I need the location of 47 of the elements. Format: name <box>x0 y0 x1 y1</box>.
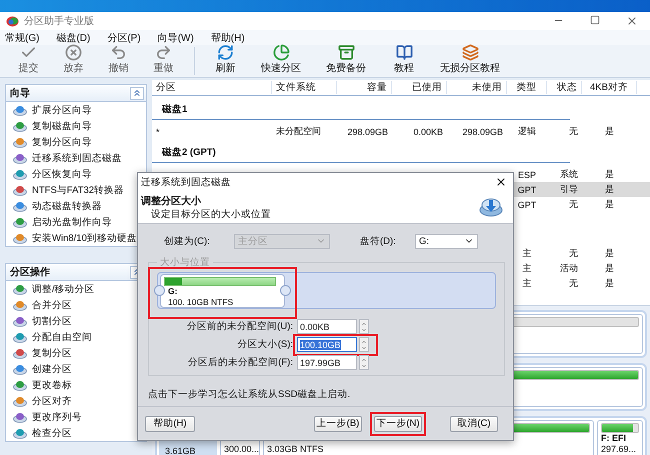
table-cell-text: 是 <box>604 198 615 211</box>
table-cell-text: 无 <box>568 277 579 290</box>
table-cell-text: 是 <box>604 247 615 260</box>
partition-size: 297.69... <box>601 444 638 455</box>
partition-name: G: <box>167 286 178 297</box>
table-cell-text: 逻辑 <box>517 125 537 138</box>
table-cell-text: * <box>155 126 161 136</box>
table-cell-text: 引导 <box>559 183 579 196</box>
panel-title: 分区操作 <box>10 266 50 279</box>
table-cell-text: ESP <box>516 170 537 180</box>
table-cell-text: GPT <box>516 184 538 194</box>
step-heading: 调整分区大小 <box>141 194 202 208</box>
table-cell-text: 是 <box>604 262 615 275</box>
table-cell-text: 未分配空间 <box>275 125 322 138</box>
table-cell-text: 无 <box>568 198 579 211</box>
field-label: 盘符(D): <box>360 234 397 248</box>
window-title: 分区助手专业版 <box>24 14 95 28</box>
table-cell-text: 系统 <box>559 168 579 181</box>
field-label: 创建为(C): <box>164 234 211 248</box>
dialog-title: 迁移系统到固态磁盘 <box>141 176 231 188</box>
disk-size: 3.61GB <box>165 446 196 455</box>
partition-size: 300.00... <box>224 444 256 455</box>
table-cell-text: 是 <box>604 125 615 138</box>
disk-title: 磁盘2 (GPT) <box>162 146 216 159</box>
disk-title: 磁盘1 <box>162 103 188 116</box>
table-cell-text: 无 <box>568 125 579 138</box>
partition-info: 100. 10GB NTFS <box>167 297 234 307</box>
table-cell-text: 主 <box>522 247 532 260</box>
table-cell-text: 主 <box>522 262 532 275</box>
hint-text: 点击下一步学习怎么让系统从SSD磁盘上启动. <box>148 388 350 401</box>
table-cell-text: 是 <box>604 168 615 181</box>
field-label: 分区大小(S): <box>236 338 293 351</box>
table-cell-text: 298.09GB <box>346 126 389 136</box>
table-cell-text: 是 <box>604 277 615 290</box>
table-cell-text: 298.09GB <box>461 126 504 136</box>
field-label: 分区后的未分配空间(F): <box>187 356 293 369</box>
table-cell-text: 无 <box>568 247 579 260</box>
panel-title: 向导 <box>10 86 30 100</box>
partition-name: F: EFI <box>601 433 627 444</box>
table-cell-text: 0.00KB <box>412 126 444 136</box>
field-label: 分区前的未分配空间(U): <box>186 320 293 333</box>
table-cell-text: 是 <box>604 183 615 196</box>
table-cell-text: 主 <box>522 277 532 290</box>
table-cell-text: 活动 <box>559 262 579 275</box>
partition-size: 3.03GB NTFS <box>267 444 325 455</box>
table-cell-text: GPT <box>516 200 538 210</box>
step-description: 设定目标分区的大小或位置 <box>150 208 271 220</box>
